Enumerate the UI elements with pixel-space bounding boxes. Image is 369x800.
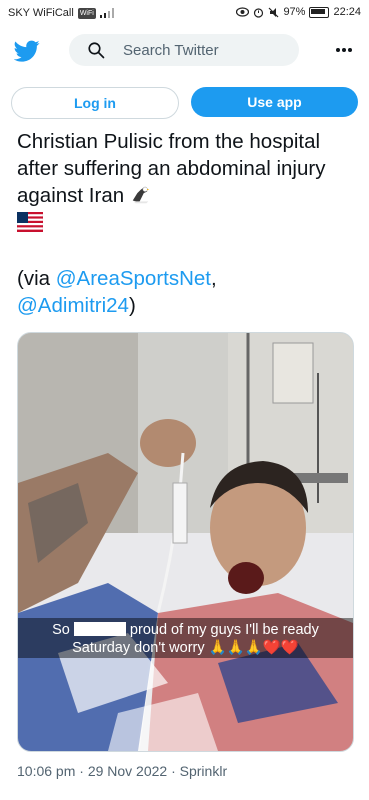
- redaction-box: [73, 622, 126, 636]
- signal-icon: [99, 8, 114, 18]
- via-comma: ,: [211, 267, 217, 290]
- search-placeholder: Search Twitter: [123, 42, 219, 59]
- eye-icon: [236, 7, 250, 17]
- via-prefix: (via: [17, 267, 56, 290]
- mute-icon: [269, 7, 279, 17]
- battery-percent: 97%: [283, 6, 306, 18]
- search-icon: [88, 42, 105, 59]
- more-dot: [336, 48, 340, 52]
- status-right: 97% 22:24: [236, 6, 361, 18]
- search-input[interactable]: Search Twitter: [69, 34, 299, 66]
- tweet-timestamp[interactable]: 10:06 pm · 29 Nov 2022 · Sprinklr: [17, 763, 227, 779]
- top-header: Search Twitter: [0, 34, 369, 70]
- alarm-icon: [254, 7, 264, 18]
- tweet-page: SKY WiFiCall WiFi 97% 22:24 Search Twitt…: [0, 0, 369, 800]
- battery-icon: [309, 6, 330, 18]
- wifi-badge: WiFi: [77, 7, 96, 19]
- status-bar: SKY WiFiCall WiFi 97% 22:24: [0, 0, 369, 26]
- photo-scene: [18, 333, 353, 751]
- login-button[interactable]: Log in: [11, 87, 179, 119]
- tweet-via: (via @AreaSportsNet, @Adimitri24): [17, 265, 357, 319]
- tweet-photo[interactable]: So proud of my guys I'll be ready Saturd…: [17, 332, 354, 752]
- caption-line-2: Saturday don't worry 🙏🙏🙏❤️❤️: [72, 640, 299, 656]
- us-flag-emoji: [17, 212, 43, 232]
- mention-link[interactable]: @AreaSportsNet: [56, 267, 211, 290]
- more-dot: [342, 48, 346, 52]
- use-app-button[interactable]: Use app: [191, 87, 358, 117]
- caption-line-1: So proud of my guys I'll be ready: [18, 622, 353, 638]
- caption-text: proud of my guys I'll be ready: [129, 622, 319, 638]
- status-left: SKY WiFiCall WiFi: [8, 7, 114, 19]
- carrier-label: SKY WiFiCall: [8, 7, 74, 19]
- tweet-body: Christian Pulisic from the hospital afte…: [17, 128, 357, 236]
- via-suffix: ): [128, 294, 136, 317]
- eagle-emoji: [132, 186, 150, 204]
- more-dot: [348, 48, 352, 52]
- snap-caption: So proud of my guys I'll be ready Saturd…: [18, 618, 353, 658]
- clock: 22:24: [333, 6, 361, 18]
- mention-link[interactable]: @Adimitri24: [17, 294, 129, 317]
- tweet-text: Christian Pulisic from the hospital afte…: [17, 130, 326, 207]
- more-icon[interactable]: [336, 48, 352, 52]
- caption-text: So: [52, 622, 70, 638]
- twitter-bird-icon[interactable]: [14, 38, 40, 64]
